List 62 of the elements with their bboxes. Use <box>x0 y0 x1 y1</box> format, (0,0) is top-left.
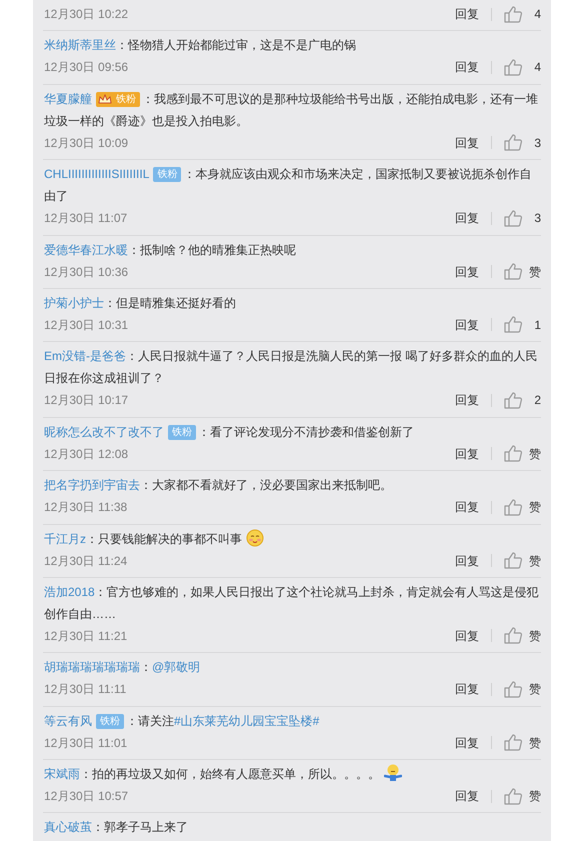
reply-link[interactable]: 回复 <box>455 787 479 806</box>
reply-link[interactable]: 回复 <box>455 209 479 228</box>
like-button[interactable]: 赞 <box>504 498 541 517</box>
comment-date: 12月30日 11:01 <box>44 734 128 752</box>
comment-text: 真心破茧：郭孝子马上来了 <box>44 819 189 836</box>
like-button[interactable]: 赞 <box>504 733 541 752</box>
fan-badge: 铁粉 <box>96 714 124 729</box>
reply-link[interactable]: 回复 <box>455 391 479 410</box>
reply-link[interactable]: 回复 <box>455 134 479 152</box>
fan-badge: 铁粉 <box>168 424 196 440</box>
comment-date: 12月30日 10:22 <box>44 6 128 23</box>
fan-badge: 铁粉 <box>96 92 140 107</box>
reply-link[interactable]: 回复 <box>455 626 479 645</box>
comment-text: Em没错-是爸爸：人民日报就牛逼了？人民日报是洗脑人民的第一报 喝了好多群众的血的人民日报在你这成祖训了？ <box>44 348 538 388</box>
comment-text: 浩加2018：官方也够难的，如果人民日报出了这个社论就马上封杀，肯定就会有人骂这是侵犯创作自由…… <box>44 584 540 623</box>
reply-link[interactable]: 回复 <box>455 734 479 752</box>
reply-link[interactable]: 回复 <box>455 262 479 281</box>
comment-text: 把名字扔到宇宙去：大家都不看就好了，没必要国家出来抵制吧。 <box>44 477 393 494</box>
comment-date: 12月30日 11:38 <box>44 499 128 516</box>
reply-link[interactable]: 回复 <box>455 498 479 516</box>
comment-text: 昵称怎么改不了改不了 铁粉 ：看了评论发现分不清抄袭和借鉴创新了 <box>44 424 415 442</box>
comment-date: 12月30日 09:56 <box>44 59 128 76</box>
like-button[interactable]: 赞 <box>504 551 541 570</box>
comment-text: 华夏朦艟 铁粉 ：我感到最不可思议的是那种垃圾能给书号出版，还能拍成电影，还有一堆垃圾一样的《爵迹》也是投入拍电影。 <box>44 90 539 130</box>
like-button[interactable]: 赞 <box>504 262 541 282</box>
comment-text: 宋斌雨：拍的再垃圾又如何，始终有人愿意买单，所以。。。。 <box>44 763 541 786</box>
like-button[interactable]: 3 <box>504 133 541 152</box>
fan-badge: 铁粉 <box>153 167 182 182</box>
like-button[interactable]: 3 <box>504 208 541 228</box>
comment-text: 千江月z：只要钱能解决的事都不叫事 <box>44 528 541 550</box>
comment-date: 12月30日 10:57 <box>44 788 128 806</box>
like-button[interactable]: 4 <box>504 58 541 77</box>
like-button[interactable]: 4 <box>504 4 541 24</box>
like-button[interactable]: 赞 <box>504 786 541 806</box>
like-button[interactable]: 1 <box>504 315 541 334</box>
comment-text: CHLIIIIIIIIIIIIISIIIIIIIL 铁粉 ：本身就应该由观众和市场来决定，国家抵制又要被说扼杀创作自由了 <box>44 166 532 206</box>
comment-date: 12月30日 11:11 <box>44 681 126 698</box>
comment-text: 米纳斯蒂里丝：怪物猎人开始都能过审，这是不是广电的锅 <box>44 37 357 54</box>
like-button[interactable]: 2 <box>504 390 541 410</box>
comment-text: 护菊小护士：但是晴雅集还挺好看的 <box>44 294 237 312</box>
like-button[interactable]: 赞 <box>504 626 541 646</box>
comment-date: 12月30日 11:07 <box>44 210 128 228</box>
comment-text: 胡瑞瑞瑞瑞瑞瑞瑞：@郭敬明 <box>44 659 202 676</box>
like-button[interactable]: 赞 <box>504 444 541 464</box>
like-button[interactable]: 赞 <box>504 680 541 699</box>
reply-link[interactable]: 回复 <box>455 316 479 334</box>
emoji-icon <box>246 528 264 547</box>
comment-date: 12月30日 11:24 <box>44 552 128 570</box>
comment-date: 12月30日 10:36 <box>44 264 128 281</box>
reply-link[interactable]: 回复 <box>455 444 479 463</box>
reply-link[interactable]: 回复 <box>455 58 479 76</box>
reply-link[interactable]: 回复 <box>455 552 479 570</box>
comment-date: 12月30日 10:17 <box>44 392 128 410</box>
comment-text: 爱德华春江水暖：抵制啥？他的晴雅集正热映呢 <box>44 242 297 259</box>
comment-text: 等云有风 铁粉 ：请关注#山东莱芜幼儿园宝宝坠楼# <box>44 712 320 731</box>
reply-link[interactable]: 回复 <box>455 680 479 698</box>
comment-date: 12月30日 10:31 <box>44 316 128 334</box>
comment-date: 12月30日 11:21 <box>44 628 128 645</box>
comment-date: 12月30日 10:09 <box>44 134 128 152</box>
comment-date: 12月30日 12:08 <box>44 446 128 463</box>
emoji-icon <box>384 764 402 782</box>
reply-link[interactable]: 回复 <box>455 5 479 23</box>
